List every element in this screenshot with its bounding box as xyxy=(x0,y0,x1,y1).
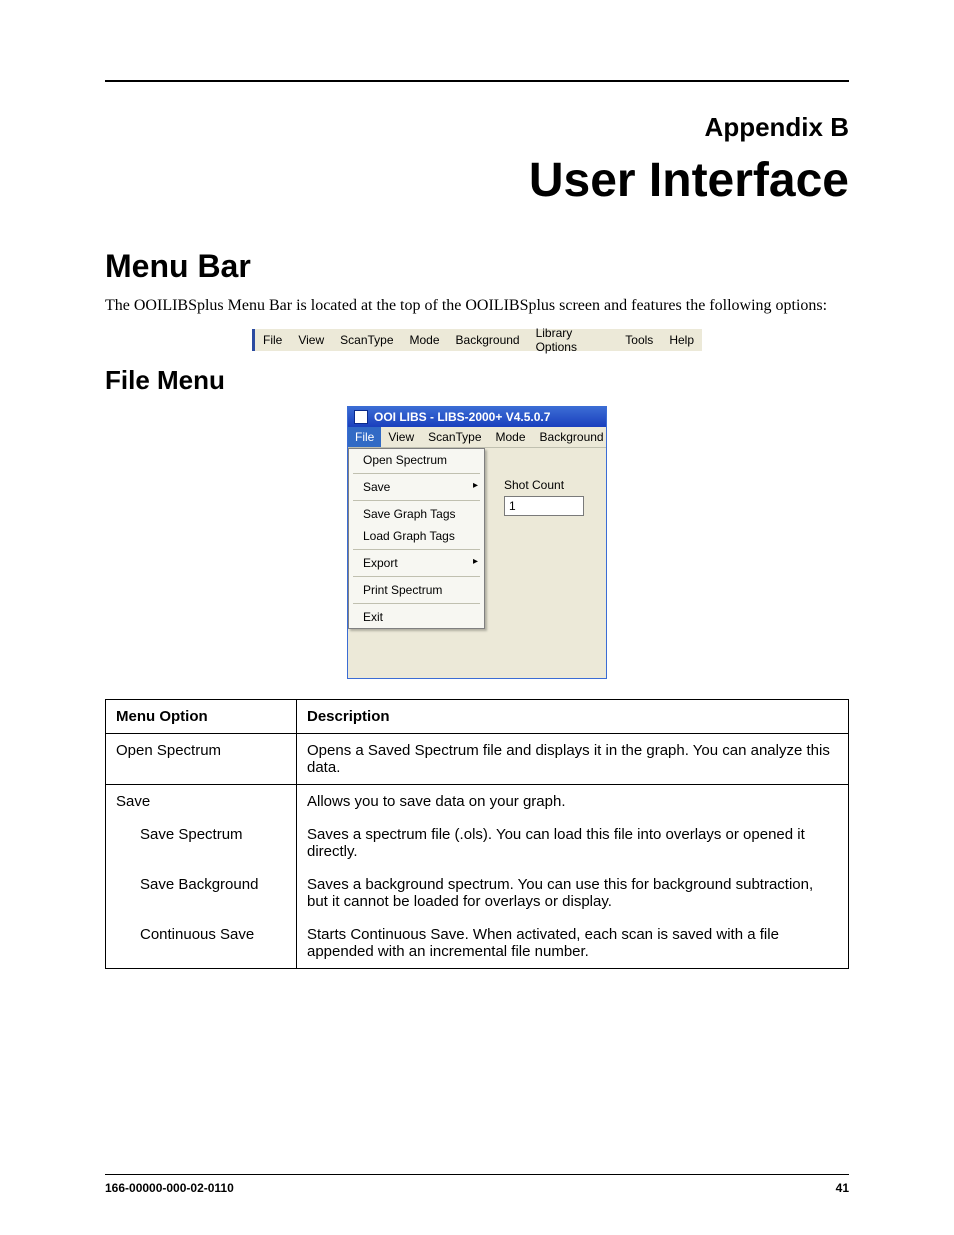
td-save: Save xyxy=(106,784,297,818)
app-menubar-view[interactable]: View xyxy=(381,427,421,447)
menu-separator xyxy=(353,549,480,550)
page: Appendix B User Interface Menu Bar The O… xyxy=(0,0,954,1235)
section-file-menu: File Menu xyxy=(105,365,894,396)
td-save-desc: Allows you to save data on your graph. xyxy=(297,784,849,818)
menubar-item-file[interactable]: File xyxy=(255,333,290,347)
menu-open-spectrum[interactable]: Open Spectrum xyxy=(349,449,484,471)
menubar-item-tools[interactable]: Tools xyxy=(617,333,661,347)
td-open-spectrum-desc: Opens a Saved Spectrum file and displays… xyxy=(297,733,849,784)
app-menubar-mode[interactable]: Mode xyxy=(489,427,533,447)
footer: 166-00000-000-02-0110 41 xyxy=(60,1174,894,1195)
menubar-screenshot: File View ScanType Mode Background Libra… xyxy=(252,329,702,351)
app-menubar-background[interactable]: Background xyxy=(533,427,611,447)
menu-separator xyxy=(353,603,480,604)
menubar-item-scantype[interactable]: ScanType xyxy=(332,333,401,347)
footer-page-number: 41 xyxy=(836,1181,849,1195)
file-dropdown: Open Spectrum Save Save Graph Tags Load … xyxy=(348,448,485,629)
app-title: OOI LIBS - LIBS-2000+ V4.5.0.7 xyxy=(374,410,550,424)
menubar-item-mode[interactable]: Mode xyxy=(402,333,448,347)
menu-separator xyxy=(353,500,480,501)
app-icon xyxy=(354,410,368,424)
menubar: File View ScanType Mode Background Libra… xyxy=(252,329,702,351)
app-body: Open Spectrum Save Save Graph Tags Load … xyxy=(348,448,606,678)
shot-count-input[interactable]: 1 xyxy=(504,496,584,516)
app-menubar-file[interactable]: File xyxy=(348,427,381,447)
page-title: User Interface xyxy=(60,153,849,208)
td-continuous-save-desc: Starts Continuous Save. When activated, … xyxy=(297,918,849,969)
menu-separator xyxy=(353,473,480,474)
section-menu-bar: Menu Bar xyxy=(105,248,894,285)
menu-print-spectrum[interactable]: Print Spectrum xyxy=(349,579,484,601)
app-titlebar: OOI LIBS - LIBS-2000+ V4.5.0.7 xyxy=(348,407,606,427)
app-menubar: File View ScanType Mode Background xyxy=(348,427,606,448)
menubar-item-background[interactable]: Background xyxy=(448,333,528,347)
td-save-spectrum-desc: Saves a spectrum file (.ols). You can lo… xyxy=(297,818,849,868)
appendix-label: Appendix B xyxy=(60,112,849,143)
footer-rule xyxy=(105,1174,849,1175)
footer-doc-id: 166-00000-000-02-0110 xyxy=(105,1181,234,1195)
shot-count-label: Shot Count xyxy=(504,478,584,492)
menu-export[interactable]: Export xyxy=(349,552,484,574)
menu-exit[interactable]: Exit xyxy=(349,606,484,628)
menubar-item-view[interactable]: View xyxy=(290,333,332,347)
menu-save-graph-tags[interactable]: Save Graph Tags xyxy=(349,503,484,525)
side-panel: Shot Count 1 xyxy=(504,478,584,516)
td-save-background: Save Background xyxy=(106,868,297,918)
td-open-spectrum: Open Spectrum xyxy=(106,733,297,784)
td-save-spectrum: Save Spectrum xyxy=(106,818,297,868)
menu-bar-body: The OOILIBSplus Menu Bar is located at t… xyxy=(105,295,849,317)
th-description: Description xyxy=(297,699,849,733)
menubar-item-library-options[interactable]: Library Options xyxy=(528,326,618,354)
th-menu-option: Menu Option xyxy=(106,699,297,733)
app-screenshot: OOI LIBS - LIBS-2000+ V4.5.0.7 File View… xyxy=(347,406,607,679)
td-save-background-desc: Saves a background spectrum. You can use… xyxy=(297,868,849,918)
td-continuous-save: Continuous Save xyxy=(106,918,297,969)
menubar-item-help[interactable]: Help xyxy=(661,333,702,347)
options-table: Menu Option Description Open Spectrum Op… xyxy=(105,699,849,969)
top-rule xyxy=(105,80,849,82)
menu-load-graph-tags[interactable]: Load Graph Tags xyxy=(349,525,484,547)
menu-separator xyxy=(353,576,480,577)
app-menubar-scantype[interactable]: ScanType xyxy=(421,427,488,447)
menu-save[interactable]: Save xyxy=(349,476,484,498)
